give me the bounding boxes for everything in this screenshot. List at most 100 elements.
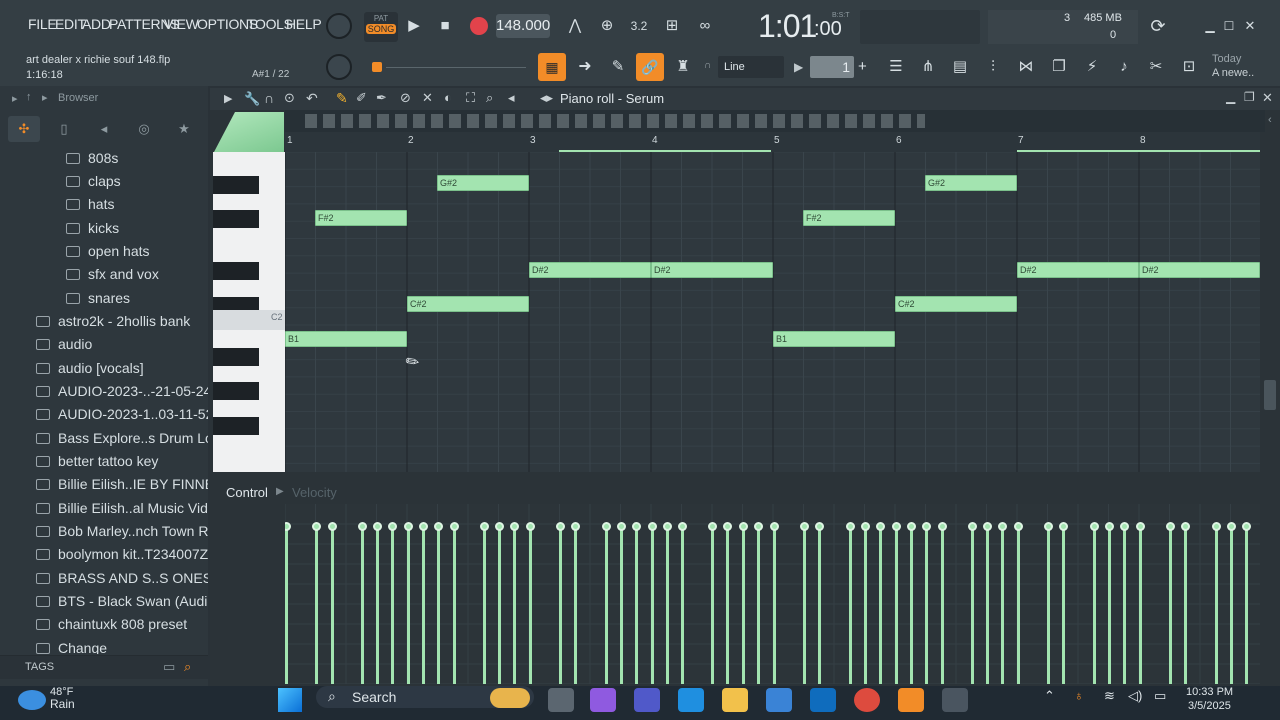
velocity-handle[interactable]: [404, 522, 413, 531]
velocity-handle[interactable]: [526, 522, 535, 531]
velocity-handle[interactable]: [876, 522, 885, 531]
velocity-handle[interactable]: [358, 522, 367, 531]
velocity-bar[interactable]: [818, 526, 821, 684]
velocity-handle[interactable]: [1212, 522, 1221, 531]
list-item[interactable]: boolymon kit..T234007Z-001: [36, 546, 208, 562]
list-item[interactable]: Billie Eilish..IE BY FINNEAS)): [36, 476, 208, 492]
velocity-handle[interactable]: [632, 522, 641, 531]
list-item[interactable]: hats: [66, 196, 114, 212]
velocity-bar[interactable]: [498, 526, 501, 684]
black-key[interactable]: [213, 417, 259, 435]
stamp-icon[interactable]: ♜: [669, 54, 697, 80]
copilot-icon[interactable]: [590, 688, 616, 712]
volume-icon[interactable]: ◁): [1128, 688, 1142, 704]
velocity-bar[interactable]: [1047, 526, 1050, 684]
velocity-bar[interactable]: [1001, 526, 1004, 684]
velocity-bar[interactable]: [864, 526, 867, 684]
song-position-time[interactable]: 1:01: [758, 8, 817, 45]
wrench-icon[interactable]: 🔧: [244, 91, 260, 107]
velocity-bar[interactable]: [681, 526, 684, 684]
sliders-icon[interactable]: ⫶: [979, 54, 1007, 80]
velocity-bar[interactable]: [620, 526, 623, 684]
app-icon[interactable]: [942, 688, 968, 712]
velocity-bar[interactable]: [941, 526, 944, 684]
velocity-handle[interactable]: [663, 522, 672, 531]
countdown-icon[interactable]: 3.2: [625, 13, 653, 39]
velocity-bar[interactable]: [559, 526, 562, 684]
list-item[interactable]: chaintuxk 808 preset: [36, 616, 187, 632]
browser-icon[interactable]: ❐: [1045, 54, 1073, 80]
control-label[interactable]: Control: [226, 485, 268, 500]
hint-news[interactable]: A newe..: [1212, 67, 1254, 79]
slice-icon[interactable]: ◐: [444, 90, 452, 105]
pat-song-toggle[interactable]: PAT SONG: [364, 12, 398, 42]
snap-left-icon[interactable]: ▶: [794, 60, 803, 74]
edge-icon[interactable]: [678, 688, 704, 712]
velocity-bar[interactable]: [726, 526, 729, 684]
velocity-bar[interactable]: [1062, 526, 1065, 684]
velocity-bar[interactable]: [437, 526, 440, 684]
piano-keyboard[interactable]: C2: [213, 152, 285, 472]
velocity-handle[interactable]: [434, 522, 443, 531]
folder-icon[interactable]: ▭: [163, 659, 175, 675]
velocity-bar[interactable]: [1017, 526, 1020, 684]
list-item[interactable]: snares: [66, 290, 130, 306]
velocity-handle[interactable]: [510, 522, 519, 531]
velocity-handle[interactable]: [373, 522, 382, 531]
play-icon[interactable]: ▶: [400, 13, 428, 39]
playlist-icon[interactable]: ☰: [882, 54, 910, 80]
black-key[interactable]: [213, 176, 259, 194]
overview-scroll-icon[interactable]: ‹: [1268, 114, 1272, 126]
list-item[interactable]: audio: [36, 336, 92, 352]
velocity-handle[interactable]: [983, 522, 992, 531]
black-key[interactable]: [213, 262, 259, 280]
piano-roll-icon[interactable]: ▦: [538, 53, 566, 81]
speaker-icon[interactable]: ◂: [508, 90, 515, 106]
velocity-handle[interactable]: [800, 522, 809, 531]
list-item[interactable]: audio [vocals]: [36, 360, 144, 376]
link-icon[interactable]: 🔗: [636, 53, 664, 81]
note[interactable]: F#2: [315, 210, 407, 226]
list-item[interactable]: open hats: [66, 243, 150, 259]
master-pitch-slider[interactable]: [366, 60, 526, 74]
master-pitch-knob[interactable]: [326, 54, 352, 80]
velocity-bar[interactable]: [651, 526, 654, 684]
browser-menu-icon[interactable]: ▸: [12, 92, 18, 105]
velocity-bar[interactable]: [574, 526, 577, 684]
velocity-handle[interactable]: [968, 522, 977, 531]
undo-icon[interactable]: ↶: [306, 90, 318, 107]
file-explorer-icon[interactable]: [722, 688, 748, 712]
list-item[interactable]: sfx and vox: [66, 266, 159, 282]
velocity-bar[interactable]: [925, 526, 928, 684]
velocity-bar[interactable]: [742, 526, 745, 684]
start-icon[interactable]: [278, 688, 302, 712]
note[interactable]: D#2: [1139, 262, 1260, 278]
velocity-handle[interactable]: [571, 522, 580, 531]
note[interactable]: D#2: [1017, 262, 1139, 278]
note[interactable]: G#2: [437, 175, 529, 191]
velocity-handle[interactable]: [1090, 522, 1099, 531]
black-key[interactable]: [213, 348, 259, 366]
velocity-bar[interactable]: [391, 526, 394, 684]
velocity-handle[interactable]: [312, 522, 321, 531]
zoom-icon[interactable]: ⌕: [486, 90, 493, 106]
menu-arrow-icon[interactable]: ▶: [224, 92, 232, 105]
velocity-handle[interactable]: [1059, 522, 1068, 531]
list-item[interactable]: better tattoo key: [36, 453, 158, 469]
browser-nav-icon[interactable]: ▸: [42, 91, 48, 104]
note[interactable]: F#2: [803, 210, 895, 226]
velocity-bar[interactable]: [895, 526, 898, 684]
metronome-icon[interactable]: ⋀: [561, 13, 589, 39]
velocity-handle[interactable]: [1044, 522, 1053, 531]
velocity-bar[interactable]: [849, 526, 852, 684]
arrow-right-icon[interactable]: ➜: [571, 54, 599, 80]
velocity-handle[interactable]: [1120, 522, 1129, 531]
velocity-handle[interactable]: [328, 522, 337, 531]
velocity-bar[interactable]: [376, 526, 379, 684]
cart-icon[interactable]: ⊡: [1175, 54, 1203, 80]
velocity-handle[interactable]: [1181, 522, 1190, 531]
velocity-bar[interactable]: [1184, 526, 1187, 684]
velocity-handle[interactable]: [617, 522, 626, 531]
list-item[interactable]: Bob Marley..nch Town Rock: [36, 523, 208, 539]
globe-icon[interactable]: ◎: [128, 116, 160, 142]
